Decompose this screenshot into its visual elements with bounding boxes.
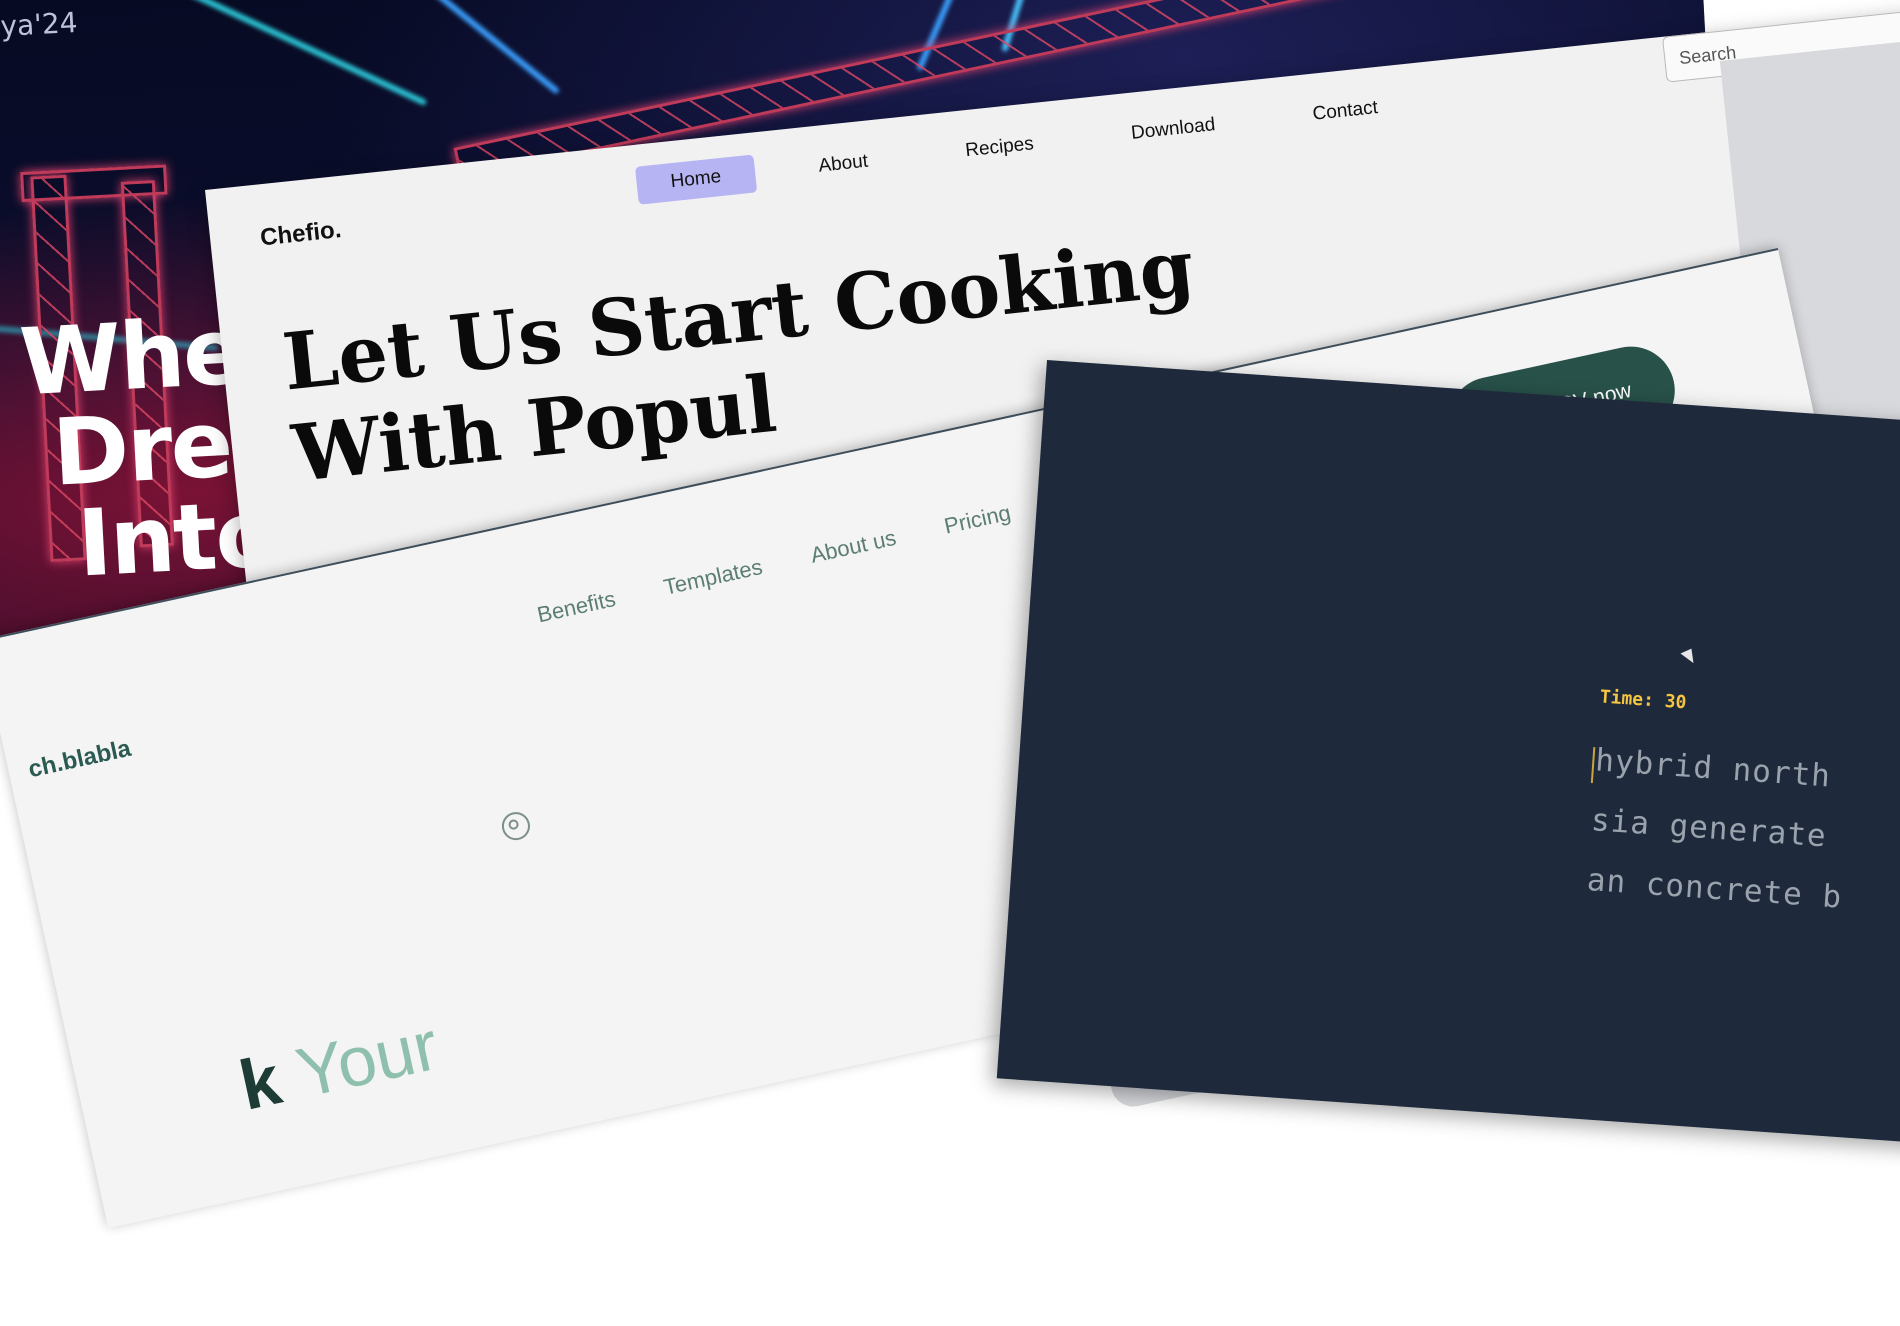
timer-label: Time: 30 (1599, 686, 1688, 714)
cv-hero-title: k Your (233, 1005, 445, 1126)
cv-nav: Benefits Templates About us Pricing (535, 489, 1062, 628)
typing-line[interactable]: an concrete b (1586, 862, 1844, 916)
mouse-pointer-icon (1680, 648, 1698, 667)
stage-light-beam (98, 0, 428, 107)
hero-text-accent: Your (289, 1005, 445, 1113)
stage-light-beam (323, 0, 561, 95)
nav-pricing[interactable]: Pricing (942, 500, 1013, 540)
hero-text-dark: k (232, 1040, 288, 1125)
cv-brand-logo[interactable]: ch.blabla (26, 735, 134, 785)
target-icon (499, 809, 533, 843)
typing-line[interactable]: sia generate (1590, 802, 1828, 854)
typing-test-card: Time: 30 hybrid north sia generate an co… (996, 360, 1900, 1149)
nav-contact[interactable]: Contact (1277, 86, 1414, 138)
nav-home[interactable]: Home (634, 154, 757, 205)
nav-templates[interactable]: Templates (661, 554, 765, 601)
chefio-logo[interactable]: Chefio. (259, 216, 343, 252)
nav-recipes[interactable]: Recipes (930, 122, 1070, 174)
nav-about-us[interactable]: About us (808, 525, 898, 569)
event-tag: ya'24 (0, 5, 79, 43)
nav-download[interactable]: Download (1095, 103, 1251, 157)
typing-line[interactable]: hybrid north (1594, 742, 1832, 794)
nav-about[interactable]: About (783, 139, 904, 189)
nav-benefits[interactable]: Benefits (535, 586, 618, 628)
